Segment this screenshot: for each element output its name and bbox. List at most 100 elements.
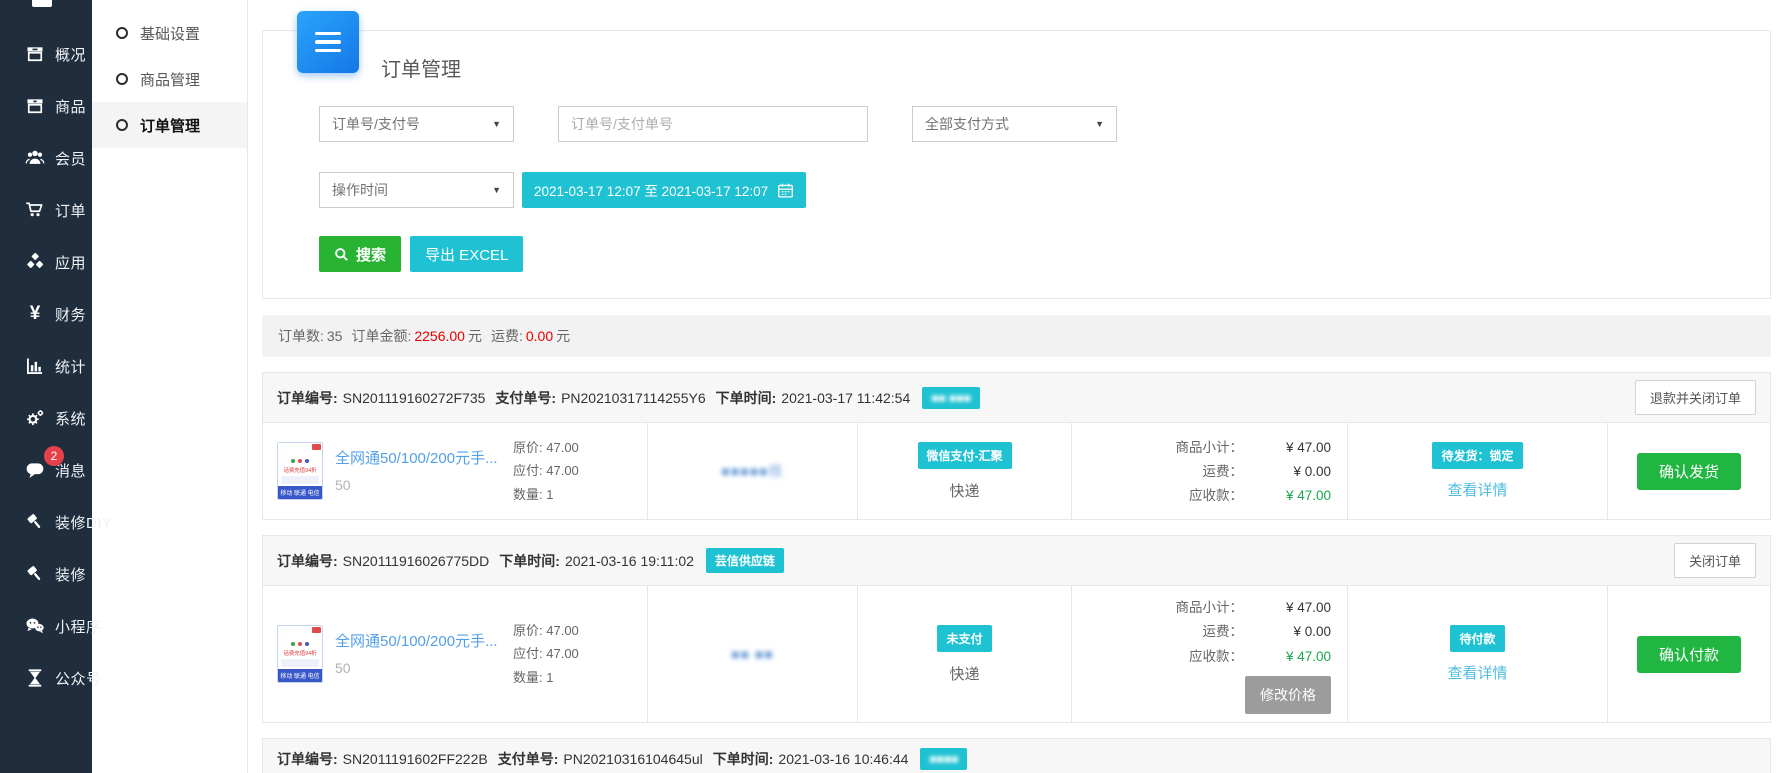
time-type-value: 操作时间	[332, 180, 388, 200]
product-image[interactable]: 话费充值94折 移动 联通 电信	[277, 625, 323, 683]
product-image-footer: 移动 联通 电信	[278, 486, 322, 499]
menu-toggle-button[interactable]	[297, 11, 359, 73]
order-amount-unit: 元	[468, 328, 482, 344]
sidebar-item-decorate-diy[interactable]: 装修DIY	[0, 496, 92, 548]
order-number-input[interactable]	[558, 106, 868, 142]
export-excel-label: 导出 EXCEL	[425, 244, 508, 265]
paid-price: 47.00	[546, 463, 579, 478]
order-card: 订单编号: SN2011191602FF222B 支付单号: PN2021031…	[262, 738, 1771, 773]
sidebar-item-goods[interactable]: 商品	[0, 80, 92, 132]
close-order-button[interactable]: 关闭订单	[1674, 543, 1756, 578]
sidebar-item-label: 财务	[55, 304, 86, 325]
apps-icon	[24, 251, 46, 273]
sidebar-item-orders[interactable]: 订单	[0, 184, 92, 236]
order-sn-value: SN201119160272F735	[343, 390, 486, 406]
freight-label: 运费:	[491, 328, 523, 344]
quantity: 1	[546, 487, 553, 502]
product-cell: 话费充值94折 移动 联通 电信 全网通50/100/200元手... 50 原…	[263, 423, 647, 519]
main-content: 订单管理 订单号/支付号 ▼ 全部支付方式 ▼ 操作时间 ▼ 2021-03-1…	[248, 0, 1781, 773]
product-name-link[interactable]: 全网通50/100/200元手...	[335, 632, 503, 652]
product-image-tag	[312, 627, 321, 633]
finance-icon: ¥	[24, 303, 46, 325]
submenu-item-label: 商品管理	[140, 69, 200, 90]
sidebar-item-decorate[interactable]: 装修	[0, 548, 92, 600]
radio-circle-icon	[116, 27, 128, 39]
order-time-label: 下单时间:	[713, 749, 774, 769]
order-time-value: 2021-03-16 10:46:44	[778, 751, 908, 767]
quantity: 1	[546, 670, 553, 685]
secondary-sidebar: 基础设置 商品管理 订单管理	[92, 0, 248, 773]
subtotal-value: ¥ 47.00	[1243, 436, 1331, 460]
order-amount-label: 订单金额:	[351, 328, 411, 344]
confirm-pay-button[interactable]: 确认付款	[1637, 636, 1741, 673]
delivery-type: 快递	[949, 480, 979, 501]
submenu-item-label: 基础设置	[140, 23, 200, 44]
product-image-tag	[312, 444, 321, 450]
order-time-value: 2021-03-16 19:11:02	[565, 553, 694, 569]
totals-cell: 商品小计：¥ 47.00 运费：¥ 0.00 应收款：¥ 47.00 修改价格	[1071, 586, 1347, 722]
mini-program-icon	[24, 615, 46, 637]
sidebar-item-label: 装修DIY	[55, 512, 113, 533]
product-name-link[interactable]: 全网通50/100/200元手...	[335, 449, 503, 469]
export-excel-button[interactable]: 导出 EXCEL	[410, 236, 523, 272]
submenu-item-basic-settings[interactable]: 基础设置	[92, 10, 247, 56]
sidebar-item-overview[interactable]: 概况	[0, 28, 92, 80]
calendar-icon	[777, 182, 794, 199]
sidebar-item-label: 商品	[55, 96, 86, 117]
chevron-down-icon: ▼	[1095, 119, 1104, 129]
sidebar-item-label: 会员	[55, 148, 86, 169]
buyer-name-redacted: ■■ ■■	[731, 646, 774, 662]
decorate-diy-icon	[24, 511, 46, 533]
time-type-select[interactable]: 操作时间 ▼	[319, 172, 514, 208]
product-prices: 原价: 47.00 应付: 47.00 数量: 1	[513, 436, 579, 506]
confirm-ship-button[interactable]: 确认发货	[1637, 453, 1741, 490]
order-time-label: 下单时间:	[499, 551, 560, 571]
sidebar-item-members[interactable]: 会员	[0, 132, 92, 184]
orig-price: 47.00	[546, 623, 579, 638]
sidebar-item-apps[interactable]: 应用	[0, 236, 92, 288]
sidebar-item-statistics[interactable]: 统计	[0, 340, 92, 392]
search-button[interactable]: 搜索	[319, 236, 401, 272]
order-card-header: 订单编号: SN2011191602FF222B 支付单号: PN2021031…	[263, 739, 1770, 773]
order-status-badge: 待付款	[1450, 625, 1504, 652]
search-type-select[interactable]: 订单号/支付号 ▼	[319, 106, 514, 142]
pay-no-label: 支付单号:	[498, 749, 559, 769]
order-time-value: 2021-03-17 11:42:54	[781, 390, 910, 406]
action-cell: 确认发货	[1607, 423, 1770, 519]
chevron-down-icon: ▼	[492, 185, 501, 195]
messages-icon	[24, 459, 46, 481]
supplier-badge: 芸信供应链	[706, 548, 784, 573]
submenu-item-order-management[interactable]: 订单管理	[92, 102, 247, 148]
freight-value: ¥ 0.00	[1243, 460, 1331, 484]
sidebar-item-finance[interactable]: ¥ 财务	[0, 288, 92, 340]
search-button-label: 搜索	[356, 244, 386, 265]
order-card: 订单编号: SN20111916026775DD 下单时间: 2021-03-1…	[262, 535, 1771, 723]
order-card-header: 订单编号: SN20111916026775DD 下单时间: 2021-03-1…	[263, 536, 1770, 586]
sidebar-item-official-account[interactable]: 公众号	[0, 652, 92, 704]
pay-method-select[interactable]: 全部支付方式 ▼	[912, 106, 1117, 142]
refund-close-order-button[interactable]: 退款并关闭订单	[1635, 380, 1756, 415]
members-icon	[24, 147, 46, 169]
order-amount-value: 2256.00	[414, 328, 465, 344]
product-image[interactable]: 话费充值94折 移动 联通 电信	[277, 442, 323, 500]
product-spec: 50	[335, 660, 503, 676]
orig-price: 47.00	[546, 440, 579, 455]
order-count-label: 订单数:	[278, 328, 324, 344]
order-status-badge: 待发货：锁定	[1432, 442, 1522, 469]
search-icon	[334, 247, 349, 262]
payment-cell: 微信支付-汇聚 快递	[857, 423, 1071, 519]
goods-icon	[24, 95, 46, 117]
submenu-item-goods-management[interactable]: 商品管理	[92, 56, 247, 102]
payment-method-badge: 未支付	[937, 625, 991, 652]
view-detail-link[interactable]: 查看详情	[1447, 479, 1507, 500]
sidebar-item-messages[interactable]: 消息 2	[0, 444, 92, 496]
date-range-picker[interactable]: 2021-03-17 12:07 至 2021-03-17 12:07	[522, 172, 806, 208]
view-detail-link[interactable]: 查看详情	[1447, 662, 1507, 683]
modify-price-button[interactable]: 修改价格	[1245, 676, 1331, 714]
sidebar-item-mini-program[interactable]: 小程序	[0, 600, 92, 652]
order-count-value: 35	[327, 328, 343, 344]
sidebar-item-label: 订单	[55, 200, 86, 221]
messages-badge: 2	[44, 446, 64, 466]
sidebar-item-label: 概况	[55, 44, 86, 65]
sidebar-item-system[interactable]: 系统	[0, 392, 92, 444]
